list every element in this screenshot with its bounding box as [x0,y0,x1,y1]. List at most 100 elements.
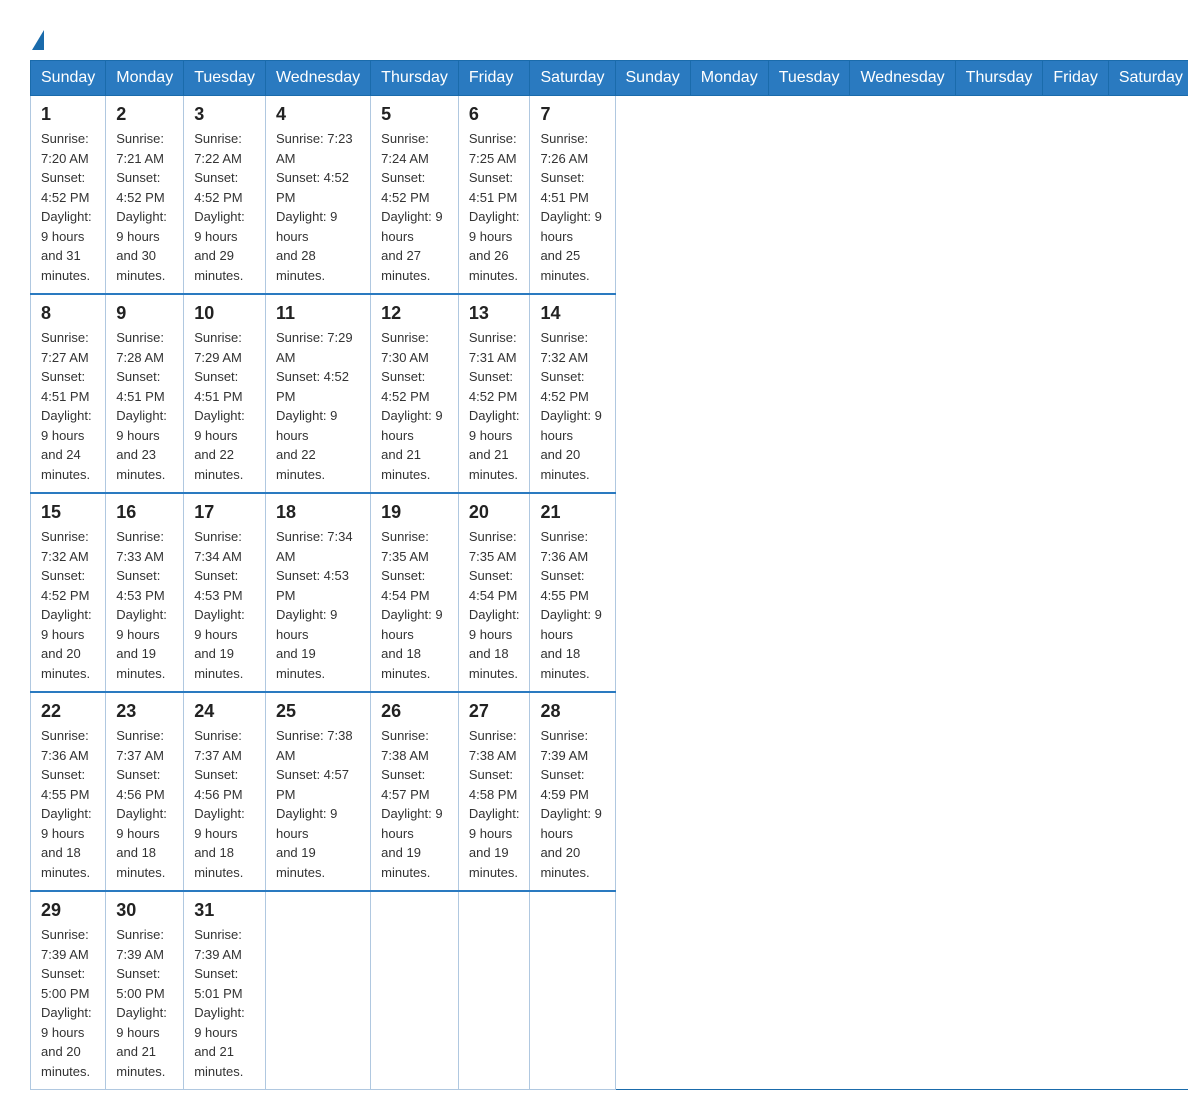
calendar-week-row: 29Sunrise: 7:39 AMSunset: 5:00 PMDayligh… [31,891,1188,1090]
day-info: Sunrise: 7:37 AMSunset: 4:56 PMDaylight:… [116,726,173,882]
calendar-day-cell [265,891,370,1090]
day-info: Sunrise: 7:27 AMSunset: 4:51 PMDaylight:… [41,328,95,484]
day-info: Sunrise: 7:39 AMSunset: 4:59 PMDaylight:… [540,726,604,882]
weekday-header-wednesday: Wednesday [850,61,955,96]
calendar-day-cell: 11 Sunrise: 7:29 AMSunset: 4:52 PMDayligh… [265,294,370,493]
weekday-header-sunday: Sunday [31,61,106,96]
day-info: Sunrise: 7:36 AMSunset: 4:55 PMDaylight:… [540,527,604,683]
calendar-week-row: 1 Sunrise: 7:20 AMSunset: 4:52 PMDaylight… [31,96,1188,295]
day-number: 26 [381,701,448,722]
calendar-day-cell: 24Sunrise: 7:37 AMSunset: 4:56 PMDayligh… [184,692,266,891]
day-number: 11 [276,303,360,324]
day-info: Sunrise: 7:38 AMSunset: 4:57 PMDaylight:… [381,726,448,882]
calendar-day-cell: 12 Sunrise: 7:30 AMSunset: 4:52 PMDayligh… [371,294,459,493]
day-info: Sunrise: 7:35 AMSunset: 4:54 PMDaylight:… [381,527,448,683]
day-number: 8 [41,303,95,324]
day-info: Sunrise: 7:35 AMSunset: 4:54 PMDaylight:… [469,527,520,683]
day-info: Sunrise: 7:34 AMSunset: 4:53 PMDaylight:… [194,527,255,683]
calendar-day-cell: 14 Sunrise: 7:32 AMSunset: 4:52 PMDayligh… [530,294,615,493]
calendar-week-row: 15 Sunrise: 7:32 AMSunset: 4:52 PMDayligh… [31,493,1188,692]
calendar-day-cell: 26 Sunrise: 7:38 AMSunset: 4:57 PMDayligh… [371,692,459,891]
day-number: 2 [116,104,173,125]
day-info: Sunrise: 7:33 AMSunset: 4:53 PMDaylight:… [116,527,173,683]
calendar-day-cell: 22 Sunrise: 7:36 AMSunset: 4:55 PMDayligh… [31,692,106,891]
day-number: 22 [41,701,95,722]
day-number: 16 [116,502,173,523]
calendar-day-cell: 3 Sunrise: 7:22 AMSunset: 4:52 PMDaylight… [184,96,266,295]
calendar-day-cell: 6 Sunrise: 7:25 AMSunset: 4:51 PMDaylight… [458,96,530,295]
calendar-day-cell: 30Sunrise: 7:39 AMSunset: 5:00 PMDayligh… [106,891,184,1090]
day-number: 18 [276,502,360,523]
calendar-day-cell: 23 Sunrise: 7:37 AMSunset: 4:56 PMDayligh… [106,692,184,891]
day-info: Sunrise: 7:39 AMSunset: 5:00 PMDaylight:… [116,925,173,1081]
calendar-day-cell: 25 Sunrise: 7:38 AMSunset: 4:57 PMDayligh… [265,692,370,891]
day-number: 17 [194,502,255,523]
day-info: Sunrise: 7:31 AMSunset: 4:52 PMDaylight:… [469,328,520,484]
calendar-day-cell: 8 Sunrise: 7:27 AMSunset: 4:51 PMDaylight… [31,294,106,493]
day-number: 4 [276,104,360,125]
day-info: Sunrise: 7:38 AMSunset: 4:57 PMDaylight:… [276,726,360,882]
calendar-day-cell: 29Sunrise: 7:39 AMSunset: 5:00 PMDayligh… [31,891,106,1090]
weekday-header-saturday: Saturday [530,61,615,96]
day-number: 1 [41,104,95,125]
weekday-header-row: SundayMondayTuesdayWednesdayThursdayFrid… [31,61,1188,96]
day-number: 9 [116,303,173,324]
calendar-day-cell: 20 Sunrise: 7:35 AMSunset: 4:54 PMDayligh… [458,493,530,692]
day-number: 23 [116,701,173,722]
weekday-header-tuesday: Tuesday [184,61,266,96]
day-info: Sunrise: 7:29 AMSunset: 4:52 PMDaylight:… [276,328,360,484]
calendar-day-cell: 21Sunrise: 7:36 AMSunset: 4:55 PMDayligh… [530,493,615,692]
logo [30,30,46,50]
day-number: 20 [469,502,520,523]
day-info: Sunrise: 7:39 AMSunset: 5:01 PMDaylight:… [194,925,255,1081]
day-info: Sunrise: 7:26 AMSunset: 4:51 PMDaylight:… [540,129,604,285]
day-number: 28 [540,701,604,722]
day-info: Sunrise: 7:30 AMSunset: 4:52 PMDaylight:… [381,328,448,484]
weekday-header-friday: Friday [1043,61,1108,96]
day-number: 3 [194,104,255,125]
calendar-day-cell [458,891,530,1090]
calendar-day-cell: 13Sunrise: 7:31 AMSunset: 4:52 PMDayligh… [458,294,530,493]
day-number: 27 [469,701,520,722]
day-info: Sunrise: 7:36 AMSunset: 4:55 PMDaylight:… [41,726,95,882]
calendar-day-cell: 17 Sunrise: 7:34 AMSunset: 4:53 PMDayligh… [184,493,266,692]
calendar-day-cell: 5Sunrise: 7:24 AMSunset: 4:52 PMDaylight… [371,96,459,295]
weekday-header-monday: Monday [106,61,184,96]
day-number: 19 [381,502,448,523]
day-info: Sunrise: 7:20 AMSunset: 4:52 PMDaylight:… [41,129,95,285]
day-info: Sunrise: 7:28 AMSunset: 4:51 PMDaylight:… [116,328,173,484]
weekday-header-monday: Monday [690,61,768,96]
weekday-header-wednesday: Wednesday [265,61,370,96]
day-number: 15 [41,502,95,523]
day-number: 10 [194,303,255,324]
calendar-day-cell [530,891,615,1090]
day-number: 25 [276,701,360,722]
calendar-day-cell: 16 Sunrise: 7:33 AMSunset: 4:53 PMDayligh… [106,493,184,692]
calendar-day-cell: 7 Sunrise: 7:26 AMSunset: 4:51 PMDaylight… [530,96,615,295]
calendar-day-cell [371,891,459,1090]
day-number: 6 [469,104,520,125]
day-number: 12 [381,303,448,324]
calendar-day-cell: 2Sunrise: 7:21 AMSunset: 4:52 PMDaylight… [106,96,184,295]
day-info: Sunrise: 7:32 AMSunset: 4:52 PMDaylight:… [540,328,604,484]
calendar-day-cell: 18 Sunrise: 7:34 AMSunset: 4:53 PMDayligh… [265,493,370,692]
weekday-header-sunday: Sunday [615,61,690,96]
page-header [30,20,1158,50]
weekday-header-thursday: Thursday [955,61,1043,96]
weekday-header-friday: Friday [458,61,530,96]
weekday-header-thursday: Thursday [371,61,459,96]
day-number: 24 [194,701,255,722]
day-info: Sunrise: 7:29 AMSunset: 4:51 PMDaylight:… [194,328,255,484]
calendar-table: SundayMondayTuesdayWednesdayThursdayFrid… [30,60,1188,1090]
calendar-day-cell: 10 Sunrise: 7:29 AMSunset: 4:51 PMDayligh… [184,294,266,493]
day-info: Sunrise: 7:23 AMSunset: 4:52 PMDaylight:… [276,129,360,285]
day-number: 14 [540,303,604,324]
day-info: Sunrise: 7:34 AMSunset: 4:53 PMDaylight:… [276,527,360,683]
day-info: Sunrise: 7:25 AMSunset: 4:51 PMDaylight:… [469,129,520,285]
day-info: Sunrise: 7:22 AMSunset: 4:52 PMDaylight:… [194,129,255,285]
calendar-day-cell: 27Sunrise: 7:38 AMSunset: 4:58 PMDayligh… [458,692,530,891]
day-number: 7 [540,104,604,125]
calendar-day-cell: 31Sunrise: 7:39 AMSunset: 5:01 PMDayligh… [184,891,266,1090]
day-info: Sunrise: 7:32 AMSunset: 4:52 PMDaylight:… [41,527,95,683]
weekday-header-saturday: Saturday [1108,61,1188,96]
